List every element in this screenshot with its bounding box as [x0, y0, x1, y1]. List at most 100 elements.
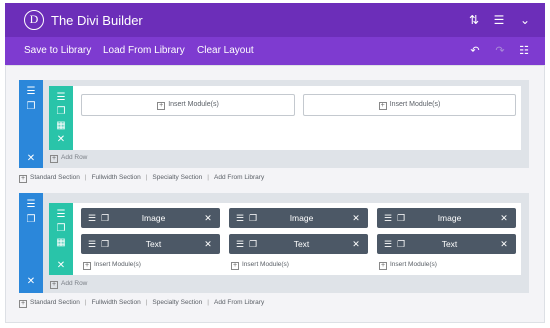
specialty-section-link[interactable]: Specialty Section	[152, 299, 202, 306]
row-1-handle[interactable]: ☰ ❐ ▦ ✕	[49, 86, 73, 150]
section-2-handle[interactable]: ☰ ❐ ✕	[19, 193, 43, 293]
save-to-library-button[interactable]: Save to Library	[24, 45, 91, 56]
insert-module-label: Insert Module(s)	[390, 261, 437, 268]
redo-icon[interactable]: ↷	[493, 43, 507, 59]
duplicate-icon[interactable]: ❐	[395, 212, 407, 224]
delete-icon[interactable]: ✕	[24, 276, 38, 288]
hamburger-icon[interactable]: ☰	[491, 11, 507, 29]
module-title: Image	[289, 213, 314, 223]
separator: |	[145, 299, 148, 306]
add-from-library-link[interactable]: Add From Library	[214, 299, 264, 306]
fullwidth-section-link[interactable]: Fullwidth Section	[92, 174, 141, 181]
insert-module-label: Insert Module(s)	[94, 261, 141, 268]
duplicate-icon[interactable]: ❐	[24, 101, 38, 113]
chevron-down-icon[interactable]: ⌄	[517, 11, 533, 29]
duplicate-icon[interactable]: ❐	[99, 238, 111, 250]
separator: |	[84, 174, 87, 181]
module-title: Text	[145, 239, 162, 249]
standard-section-link[interactable]: Standard Section	[30, 299, 80, 306]
move-icon[interactable]: ☰	[234, 238, 246, 250]
delete-icon[interactable]: ✕	[24, 153, 38, 165]
move-icon[interactable]: ☰	[382, 212, 394, 224]
move-icon[interactable]: ☰	[54, 92, 68, 104]
builder-header: D The Divi Builder ⇅ ☰ ⌄	[5, 3, 545, 37]
divi-logo: D	[24, 10, 44, 30]
insert-module-button[interactable]: + Insert Module(s)	[83, 260, 141, 270]
delete-icon[interactable]: ✕	[54, 134, 68, 146]
move-icon[interactable]: ☰	[24, 199, 38, 211]
text-module[interactable]: ☰ ❐ Text ✕	[229, 234, 368, 254]
insert-module-button[interactable]: + Insert Module(s)	[379, 260, 437, 270]
add-section-links: + Standard Section | Fullwidth Section | Spec…	[19, 173, 264, 183]
row-2-handle[interactable]: ☰ ❐ ▦ ✕	[49, 203, 73, 275]
insert-module-label: Insert Module(s)	[389, 101, 441, 108]
section-2: ☰ ❐ ✕ ☰ ❐ ▦ ✕ ☰ ❐ Image ✕ ☰ ❐ Text ✕ + In…	[19, 193, 529, 293]
move-icon[interactable]: ☰	[86, 238, 98, 250]
duplicate-icon[interactable]: ❐	[24, 214, 38, 226]
duplicate-icon[interactable]: ❐	[247, 212, 259, 224]
separator: |	[84, 299, 87, 306]
sort-icon[interactable]: ⇅	[466, 11, 482, 29]
close-icon[interactable]: ✕	[350, 212, 362, 224]
standard-section-link[interactable]: Standard Section	[30, 174, 80, 181]
duplicate-icon[interactable]: ❐	[247, 238, 259, 250]
add-row-button[interactable]: + Add Row	[50, 279, 87, 289]
module-title: Text	[441, 239, 458, 249]
specialty-section-link[interactable]: Specialty Section	[152, 174, 202, 181]
insert-module-label: Insert Module(s)	[242, 261, 289, 268]
plus-icon: +	[231, 262, 239, 270]
move-icon[interactable]: ☰	[382, 238, 394, 250]
section-1: ☰ ❐ ✕ ☰ ❐ ▦ ✕ + Insert Module(s) + Insert …	[19, 80, 529, 168]
module-title: Image	[141, 213, 166, 223]
section-1-handle[interactable]: ☰ ❐ ✕	[19, 80, 43, 168]
module-title: Image	[437, 213, 462, 223]
load-from-library-button[interactable]: Load From Library	[103, 45, 185, 56]
duplicate-icon[interactable]: ❐	[54, 106, 68, 118]
add-row-button[interactable]: + Add Row	[50, 153, 87, 163]
move-icon[interactable]: ☰	[234, 212, 246, 224]
undo-icon[interactable]: ↶	[468, 43, 482, 59]
duplicate-icon[interactable]: ❐	[395, 238, 407, 250]
module-title: Text	[293, 239, 310, 249]
separator: |	[207, 299, 209, 306]
plus-icon: +	[19, 175, 27, 183]
insert-module-button[interactable]: + Insert Module(s)	[81, 94, 295, 116]
image-module[interactable]: ☰ ❐ Image ✕	[81, 208, 220, 228]
plus-icon: +	[379, 262, 387, 270]
close-icon[interactable]: ✕	[350, 238, 362, 250]
move-icon[interactable]: ☰	[24, 86, 38, 98]
add-row-label: Add Row	[61, 280, 88, 287]
add-section-links: + Standard Section | Fullwidth Section | Spec…	[19, 298, 264, 308]
close-icon[interactable]: ✕	[498, 212, 510, 224]
delete-icon[interactable]: ✕	[54, 260, 68, 272]
columns-icon[interactable]: ▦	[54, 120, 68, 132]
insert-module-button[interactable]: + Insert Module(s)	[231, 260, 289, 270]
plus-icon: +	[83, 262, 91, 270]
insert-module-label: Insert Module(s)	[168, 101, 219, 108]
move-icon[interactable]: ☰	[54, 209, 68, 221]
history-icon[interactable]: ☷	[517, 43, 531, 59]
move-icon[interactable]: ☰	[86, 212, 98, 224]
plus-icon: +	[157, 102, 166, 110]
insert-module-button[interactable]: + Insert Module(s)	[303, 94, 516, 116]
fullwidth-section-link[interactable]: Fullwidth Section	[92, 299, 141, 306]
text-module[interactable]: ☰ ❐ Text ✕	[377, 234, 516, 254]
text-module[interactable]: ☰ ❐ Text ✕	[81, 234, 220, 254]
plus-icon: +	[50, 155, 58, 163]
plus-icon: +	[50, 281, 58, 289]
separator: |	[145, 174, 148, 181]
duplicate-icon[interactable]: ❐	[99, 212, 111, 224]
add-from-library-link[interactable]: Add From Library	[214, 174, 264, 181]
image-module[interactable]: ☰ ❐ Image ✕	[229, 208, 368, 228]
image-module[interactable]: ☰ ❐ Image ✕	[377, 208, 516, 228]
columns-icon[interactable]: ▦	[54, 237, 68, 249]
close-icon[interactable]: ✕	[202, 238, 214, 250]
close-icon[interactable]: ✕	[498, 238, 510, 250]
builder-toolbar: Save to Library Load From Library Clear …	[5, 37, 545, 65]
add-row-label: Add Row	[61, 154, 88, 161]
plus-icon: +	[19, 300, 27, 308]
clear-layout-button[interactable]: Clear Layout	[197, 45, 254, 56]
close-icon[interactable]: ✕	[202, 212, 214, 224]
separator: |	[207, 174, 209, 181]
duplicate-icon[interactable]: ❐	[54, 223, 68, 235]
